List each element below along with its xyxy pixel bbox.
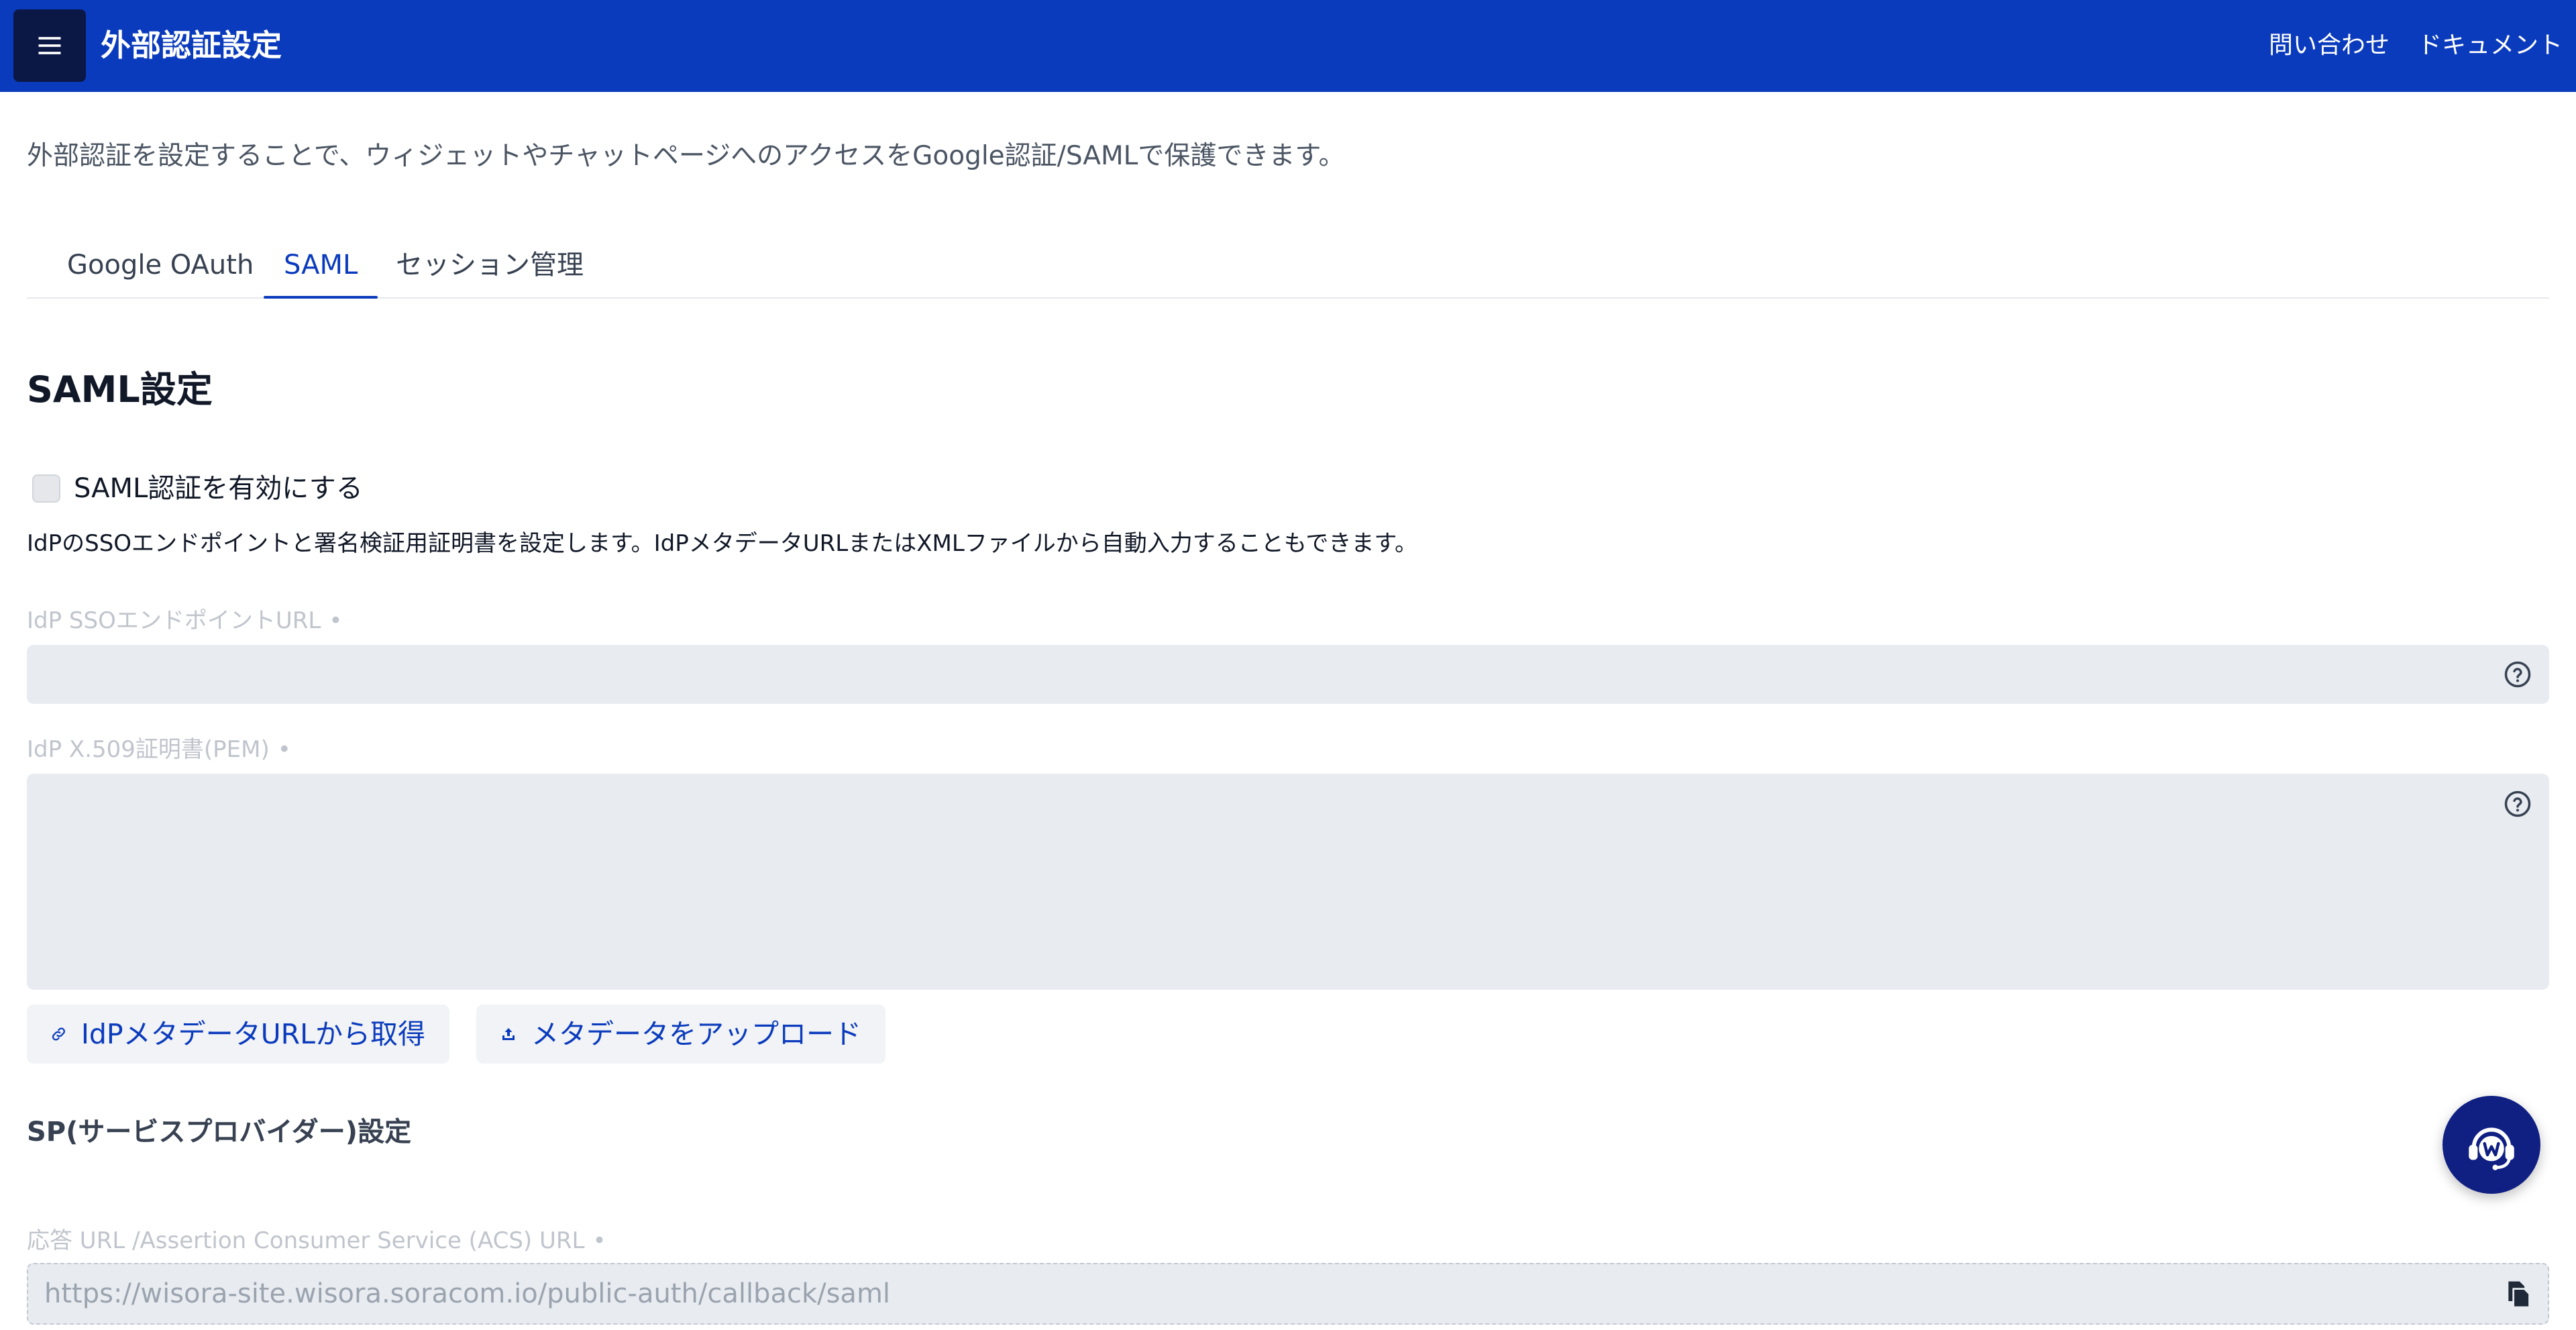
documentation-link[interactable]: ドキュメント bbox=[2418, 28, 2563, 63]
page-description: 外部認証を設定することで、ウィジェットやチャットページへのアクセスをGoogle… bbox=[27, 141, 1345, 171]
question-circle-icon[interactable] bbox=[2504, 790, 2532, 818]
sso-url-label: IdP SSOエンドポイントURL • bbox=[27, 605, 342, 637]
tab-saml[interactable]: SAML bbox=[264, 245, 378, 299]
copy-icon[interactable] bbox=[2504, 1279, 2533, 1309]
question-circle-icon[interactable] bbox=[2504, 660, 2532, 688]
upload-metadata-label: メタデータをアップロード bbox=[531, 1018, 861, 1050]
certificate-label: IdP X.509証明書(PEM) • bbox=[27, 733, 291, 766]
tab-session-management[interactable]: セッション管理 bbox=[376, 245, 604, 285]
saml-section-title: SAML設定 bbox=[27, 368, 213, 411]
upload-metadata-button[interactable]: メタデータをアップロード bbox=[476, 1005, 885, 1064]
acs-url-field[interactable]: https://wisora-site.wisora.soracom.io/pu… bbox=[27, 1263, 2549, 1325]
sp-section-title: SP(サービスプロバイダー)設定 bbox=[27, 1117, 412, 1147]
saml-help-text: IdPのSSOエンドポイントと署名検証用証明書を設定します。IdPメタデータUR… bbox=[27, 530, 1418, 557]
sso-url-label-text: IdP SSOエンドポイントURL bbox=[27, 607, 321, 634]
acs-url-label: 応答 URL /Assertion Consumer Service (ACS)… bbox=[27, 1225, 606, 1257]
required-marker: • bbox=[277, 736, 291, 763]
fetch-metadata-url-button[interactable]: IdPメタデータURLから取得 bbox=[27, 1005, 449, 1064]
top-header: 外部認証設定 問い合わせ ドキュメント bbox=[0, 0, 2576, 92]
header-links: 問い合わせ ドキュメント bbox=[2269, 28, 2563, 63]
tab-google-oauth[interactable]: Google OAuth bbox=[47, 245, 274, 285]
required-marker: • bbox=[329, 607, 343, 634]
upload-icon bbox=[502, 1028, 515, 1040]
fetch-metadata-url-label: IdPメタデータURLから取得 bbox=[80, 1018, 425, 1050]
required-marker: • bbox=[592, 1227, 606, 1254]
app-root: 外部認証設定 問い合わせ ドキュメント 外部認証を設定することで、ウィジェットや… bbox=[0, 0, 2576, 1330]
certificate-textarea[interactable] bbox=[27, 774, 2549, 990]
hamburger-icon bbox=[38, 37, 61, 54]
sso-url-input[interactable] bbox=[27, 645, 2549, 704]
saml-enable-row[interactable]: SAML認証を有効にする bbox=[32, 470, 363, 507]
saml-enable-label[interactable]: SAML認証を有効にする bbox=[74, 470, 363, 507]
support-chat-icon bbox=[2469, 1127, 2514, 1170]
certificate-label-text: IdP X.509証明書(PEM) bbox=[27, 736, 270, 763]
support-chat-button[interactable] bbox=[2443, 1096, 2540, 1194]
acs-url-label-text: 応答 URL /Assertion Consumer Service (ACS)… bbox=[27, 1227, 585, 1254]
contact-link[interactable]: 問い合わせ bbox=[2269, 28, 2390, 63]
menu-button[interactable] bbox=[13, 9, 86, 82]
acs-url-value: https://wisora-site.wisora.soracom.io/pu… bbox=[44, 1278, 891, 1309]
saml-enable-checkbox[interactable] bbox=[32, 474, 60, 503]
tab-bar: Google OAuth SAML セッション管理 bbox=[27, 238, 2549, 299]
page-title: 外部認証設定 bbox=[101, 28, 282, 63]
link-icon bbox=[52, 1027, 65, 1041]
